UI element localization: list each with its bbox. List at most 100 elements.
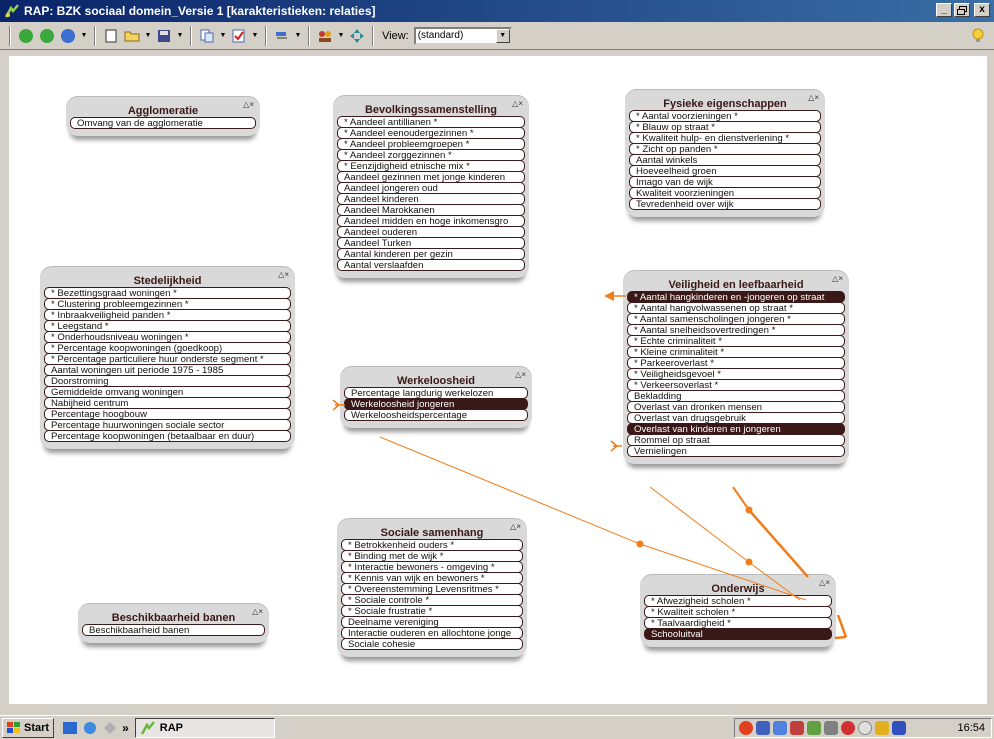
panel-row[interactable]: Schooluitval (644, 628, 832, 640)
tray-icon[interactable] (892, 721, 906, 735)
globe-button[interactable] (59, 27, 77, 45)
help-lightbulb-icon[interactable] (970, 28, 986, 44)
panel-row[interactable]: Aantal verslaafden (337, 259, 525, 271)
maximize-button[interactable] (954, 3, 970, 17)
panel-collapse-close-icon[interactable]: △× (243, 100, 254, 109)
panel-fysieke[interactable]: Fysieke eigenschappen △× * Aantal voorzien… (625, 89, 825, 217)
minimize-button[interactable]: _ (936, 3, 952, 17)
window-titlebar[interactable]: RAP: BZK sociaal domein_Versie 1 [karakt… (0, 0, 994, 22)
panel-werkeloosheid[interactable]: Werkeloosheid △× Percentage langdurig werk… (340, 366, 532, 428)
panel-collapse-close-icon[interactable]: △× (819, 578, 830, 587)
globe-icon (61, 28, 75, 43)
copy-button[interactable] (198, 27, 216, 45)
panel-row[interactable]: Tevredenheid over wijk (629, 198, 821, 210)
filter-button[interactable] (273, 27, 291, 45)
users-dropdown-arrow[interactable]: ▼ (337, 32, 345, 39)
toolbar-separator (308, 25, 310, 46)
panel-sociale[interactable]: Sociale samenhang △× * Betrokkenheid ouder… (337, 518, 527, 657)
panel-header[interactable]: Beschikbaarheid banen △× (82, 607, 265, 625)
panel-header[interactable]: Stedelijkheid △× (44, 270, 291, 288)
tray-icon[interactable] (824, 721, 838, 735)
panel-row[interactable]: Vernielingen (627, 445, 845, 457)
panel-row[interactable]: Interactie ouderen en allochtone jonge (341, 627, 523, 639)
checklist-button[interactable] (230, 27, 248, 45)
back-button[interactable] (17, 27, 35, 45)
new-document-button[interactable] (102, 27, 120, 45)
move-button[interactable] (348, 27, 366, 45)
panel-title: Veiligheid en leefbaarheid (668, 279, 804, 291)
forward-button[interactable] (38, 27, 56, 45)
panel-row[interactable]: * Percentage particuliere huur onderste … (44, 353, 291, 365)
panel-title: Fysieke eigenschappen (663, 98, 787, 110)
chevron-down-icon[interactable]: ▼ (495, 28, 510, 43)
filter-dropdown-arrow[interactable]: ▼ (294, 32, 302, 39)
clock: 16:54 (957, 722, 985, 734)
panel-collapse-close-icon[interactable]: △× (510, 522, 521, 531)
tray-icon[interactable] (790, 721, 804, 735)
toolbar-grip (9, 25, 11, 46)
start-label: Start (24, 721, 50, 734)
panel-veiligheid[interactable]: Veiligheid en leefbaarheid △× * Aantal han… (623, 270, 849, 464)
checklist-dropdown-arrow[interactable]: ▼ (251, 32, 259, 39)
taskbar: Start » RAP 16:54 (0, 715, 994, 739)
tray-icon[interactable] (756, 721, 770, 735)
open-folder-icon (124, 31, 140, 42)
users-button[interactable] (316, 27, 334, 45)
taskbar-rap-button[interactable]: RAP (134, 717, 275, 738)
panel-row[interactable]: Omvang van de agglomeratie (70, 117, 256, 129)
save-dropdown-arrow[interactable]: ▼ (176, 32, 184, 39)
panel-row[interactable]: Aandeel midden en hoge inkomensgro (337, 215, 525, 227)
panel-collapse-close-icon[interactable]: △× (512, 99, 523, 108)
panel-collapse-close-icon[interactable]: △× (832, 274, 843, 283)
tray-icon[interactable] (739, 721, 753, 735)
tray-icon[interactable] (875, 721, 889, 735)
panel-header[interactable]: Werkeloosheid △× (344, 370, 528, 388)
panel-stedelijkheid[interactable]: Stedelijkheid △× * Bezettingsgraad woninge… (40, 266, 295, 449)
panel-onderwijs[interactable]: Onderwijs △× * Afwezigheid scholen * * Kwal… (640, 574, 836, 647)
panel-collapse-close-icon[interactable]: △× (515, 370, 526, 379)
panel-row[interactable]: Percentage koopwoningen (betaalbaar en d… (44, 430, 291, 442)
panel-row[interactable]: * Aantal hangkinderen en -jongeren op st… (627, 291, 845, 303)
quick-launch-chevron[interactable]: » (122, 721, 129, 735)
panel-title: Werkeloosheid (396, 375, 476, 387)
globe-dropdown-arrow[interactable]: ▼ (80, 32, 88, 39)
panel-row[interactable]: Beschikbaarheid banen (82, 624, 265, 636)
outlook-icon[interactable] (62, 720, 78, 736)
panel-title: Sociale samenhang (380, 527, 484, 539)
open-dropdown-arrow[interactable]: ▼ (144, 32, 152, 39)
tray-icon[interactable] (773, 721, 787, 735)
panel-row[interactable]: Sociale cohesie (341, 638, 523, 650)
panel-agglomeratie[interactable]: Agglomeratie △× Omvang van de agglomeratie (66, 96, 260, 136)
panel-row[interactable]: * Overeenstemming Levensritmes * (341, 583, 523, 595)
panel-collapse-close-icon[interactable]: △× (808, 93, 819, 102)
copy-dropdown-arrow[interactable]: ▼ (219, 32, 227, 39)
panel-header[interactable]: Bevolkingssamenstelling △× (337, 99, 525, 117)
panel-header[interactable]: Agglomeratie △× (70, 100, 256, 118)
panel-header[interactable]: Fysieke eigenschappen △× (629, 93, 821, 111)
desktop-icon[interactable] (102, 720, 118, 736)
toolbar-separator (190, 25, 192, 46)
start-button[interactable]: Start (2, 717, 55, 738)
panel-bevolkingssamenstelling[interactable]: Bevolkingssamenstelling △× * Aandeel antil… (333, 95, 529, 278)
panel-row[interactable]: Aandeel gezinnen met jonge kinderen (337, 171, 525, 183)
panel-beschikbaarheid[interactable]: Beschikbaarheid banen △× Beschikbaarheid b… (78, 603, 269, 643)
taskbar-rap-label: RAP (159, 721, 183, 734)
panel-title: Stedelijkheid (133, 275, 202, 287)
panel-header[interactable]: Veiligheid en leefbaarheid △× (627, 274, 845, 292)
save-button[interactable] (155, 27, 173, 45)
tray-icon[interactable] (841, 721, 855, 735)
internet-explorer-icon[interactable] (82, 720, 98, 736)
app-icon (4, 4, 19, 18)
panel-header[interactable]: Sociale samenhang △× (341, 522, 523, 540)
tray-icon[interactable] (858, 721, 872, 735)
panel-collapse-close-icon[interactable]: △× (278, 270, 289, 279)
panel-header[interactable]: Onderwijs △× (644, 578, 832, 596)
view-select[interactable]: (standard) ▼ (413, 26, 512, 45)
open-folder-button[interactable] (123, 27, 141, 45)
panel-row[interactable]: Werkeloosheidspercentage (344, 409, 528, 421)
forward-arrow-icon (40, 28, 54, 43)
panel-collapse-close-icon[interactable]: △× (252, 607, 263, 616)
window-title: RAP: BZK sociaal domein_Versie 1 [karakt… (24, 4, 376, 18)
close-button[interactable]: x (974, 3, 990, 17)
tray-icon[interactable] (807, 721, 821, 735)
